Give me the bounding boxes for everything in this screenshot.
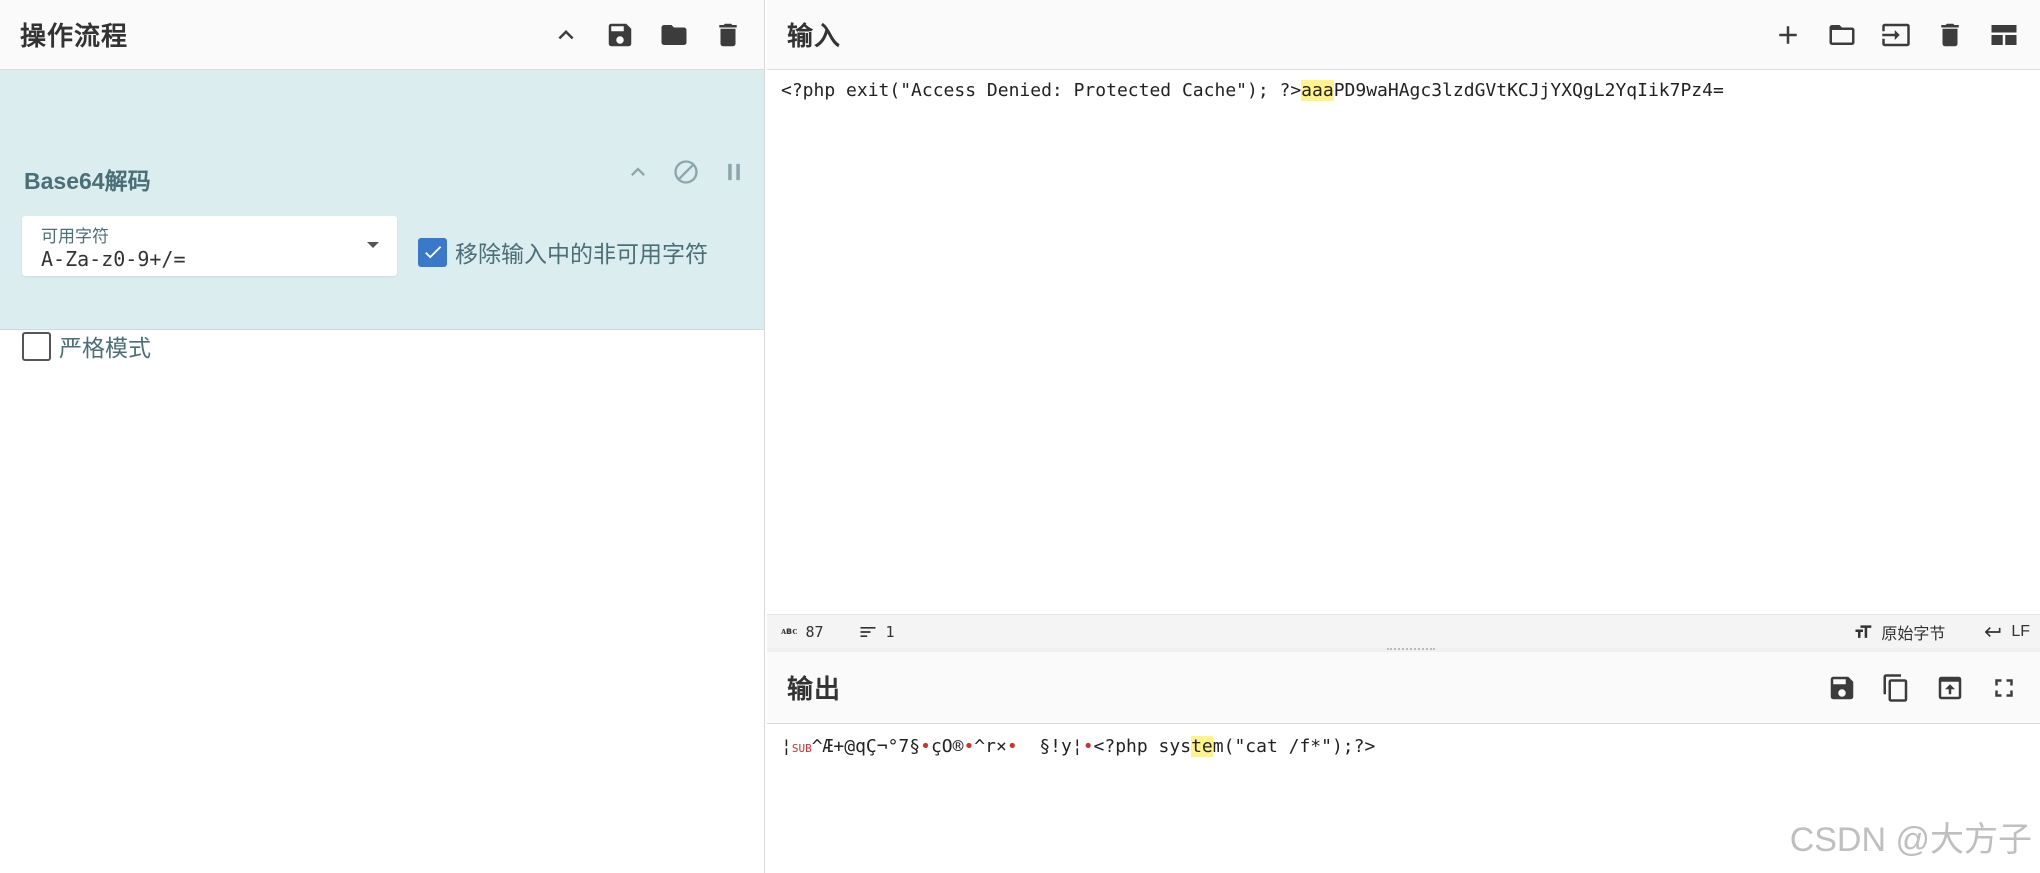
- operation-collapse-icon[interactable]: [624, 158, 652, 191]
- input-text-after: PD9waHAgc3lzdGVtKCJjYXQgL2YqIik7Pz4=: [1333, 80, 1724, 101]
- output-text[interactable]: ¦SUB^Æ+@qÇ¬°7§•çO®•^r×• §!y¦•<?php syste…: [781, 736, 1375, 757]
- length-value: 87: [805, 622, 824, 641]
- input-header: 输入: [767, 0, 2040, 70]
- operation-base64-decode[interactable]: Base64解码 可用字符 A-Za-z0-9+/= 移除输入中的非可用字符 严…: [0, 70, 764, 361]
- recipe-pane: 操作流程 Base64解码 可用字符 A-Za-z0-9+/= 移除输入中的非可…: [0, 0, 765, 873]
- remove-nonalphabet-label: 移除输入中的非可用字符: [455, 241, 708, 267]
- output-seg-7: m("cat /f*");?>: [1212, 736, 1376, 757]
- io-area: 输入 <?php exit("Access Denied: Protected …: [767, 0, 2040, 873]
- checkbox-unchecked-icon[interactable]: [22, 331, 51, 361]
- alphabet-label: 可用字符: [41, 227, 109, 246]
- input-text[interactable]: <?php exit("Access Denied: Protected Cac…: [781, 80, 1724, 101]
- checkbox-checked-icon[interactable]: [418, 237, 447, 267]
- disable-operation-icon[interactable]: [672, 158, 700, 191]
- alphabet-select[interactable]: 可用字符 A-Za-z0-9+/=: [22, 216, 397, 276]
- dropdown-caret-icon[interactable]: [367, 242, 379, 248]
- encoding-label: 原始字节: [1881, 625, 1946, 643]
- alphabet-value: A-Za-z0-9+/=: [41, 247, 186, 271]
- output-seg-3: çO®: [930, 736, 964, 757]
- operation-title: Base64解码: [24, 168, 151, 194]
- output-header: 输出: [767, 652, 2040, 724]
- watermark: CSDN @大方子: [1789, 821, 2032, 859]
- output-title: 输出: [787, 674, 842, 704]
- load-recipe-icon[interactable]: [658, 19, 690, 51]
- return-icon: [1984, 626, 2001, 637]
- output-seg-2: ^Æ+@qÇ¬°7§: [811, 736, 921, 757]
- copy-output-icon[interactable]: [1880, 672, 1912, 704]
- output-seg-1: ¦: [781, 736, 792, 757]
- strict-mode-label: 严格模式: [59, 335, 151, 361]
- output-sub-char: SUB: [791, 742, 812, 755]
- input-pane: 输入 <?php exit("Access Denied: Protected …: [767, 0, 2040, 648]
- input-text-before: <?php exit("Access Denied: Protected Cac…: [781, 80, 1302, 101]
- input-statusbar: ᴀʙᴄ 87 1 原始字节 LF: [767, 614, 2040, 648]
- pause-breakpoint-icon[interactable]: [720, 158, 748, 191]
- length-indicator: ᴀʙᴄ 87: [781, 623, 824, 641]
- app-root: 操作流程 Base64解码 可用字符 A-Za-z0-9+/= 移除输入中的非可…: [0, 0, 2040, 873]
- eol-label: LF: [2011, 622, 2030, 640]
- input-title: 输入: [787, 21, 842, 51]
- output-seg-6: <?php sys: [1093, 736, 1192, 757]
- output-highlight: te: [1191, 736, 1213, 757]
- open-folder-icon[interactable]: [1826, 19, 1858, 51]
- control-dot: •: [1006, 736, 1018, 757]
- abc-icon: ᴀʙᴄ: [781, 626, 798, 637]
- control-dot: •: [963, 736, 975, 757]
- control-dot: •: [1082, 736, 1094, 757]
- output-seg-4: ^r×: [974, 736, 1007, 757]
- remove-nonalphabet-checkbox[interactable]: 移除输入中的非可用字符: [418, 235, 708, 269]
- lines-value: 1: [885, 622, 895, 641]
- save-recipe-icon[interactable]: [604, 19, 636, 51]
- recipe-title: 操作流程: [20, 21, 129, 51]
- clear-recipe-icon[interactable]: [712, 19, 744, 51]
- collapse-all-icon[interactable]: [550, 19, 582, 51]
- control-dot: •: [920, 736, 931, 757]
- maximize-output-icon[interactable]: [1988, 672, 2020, 704]
- lines-indicator: 1: [858, 622, 895, 642]
- output-seg-5: §!y¦: [1017, 736, 1083, 757]
- font-size-icon: [1855, 624, 1872, 638]
- lines-icon: [860, 626, 876, 637]
- input-highlight: aaa: [1301, 80, 1334, 101]
- replace-input-icon[interactable]: [1934, 672, 1966, 704]
- strict-mode-checkbox[interactable]: 严格模式: [22, 329, 151, 363]
- encoding-selector[interactable]: 原始字节: [1853, 620, 1945, 644]
- recipe-header: 操作流程: [0, 0, 764, 70]
- add-tab-icon[interactable]: [1772, 19, 1804, 51]
- clear-input-icon[interactable]: [1934, 19, 1966, 51]
- save-output-icon[interactable]: [1826, 672, 1858, 704]
- eol-selector[interactable]: LF: [1983, 622, 2030, 642]
- reset-layout-icon[interactable]: [1988, 19, 2020, 51]
- open-file-icon[interactable]: [1880, 19, 1912, 51]
